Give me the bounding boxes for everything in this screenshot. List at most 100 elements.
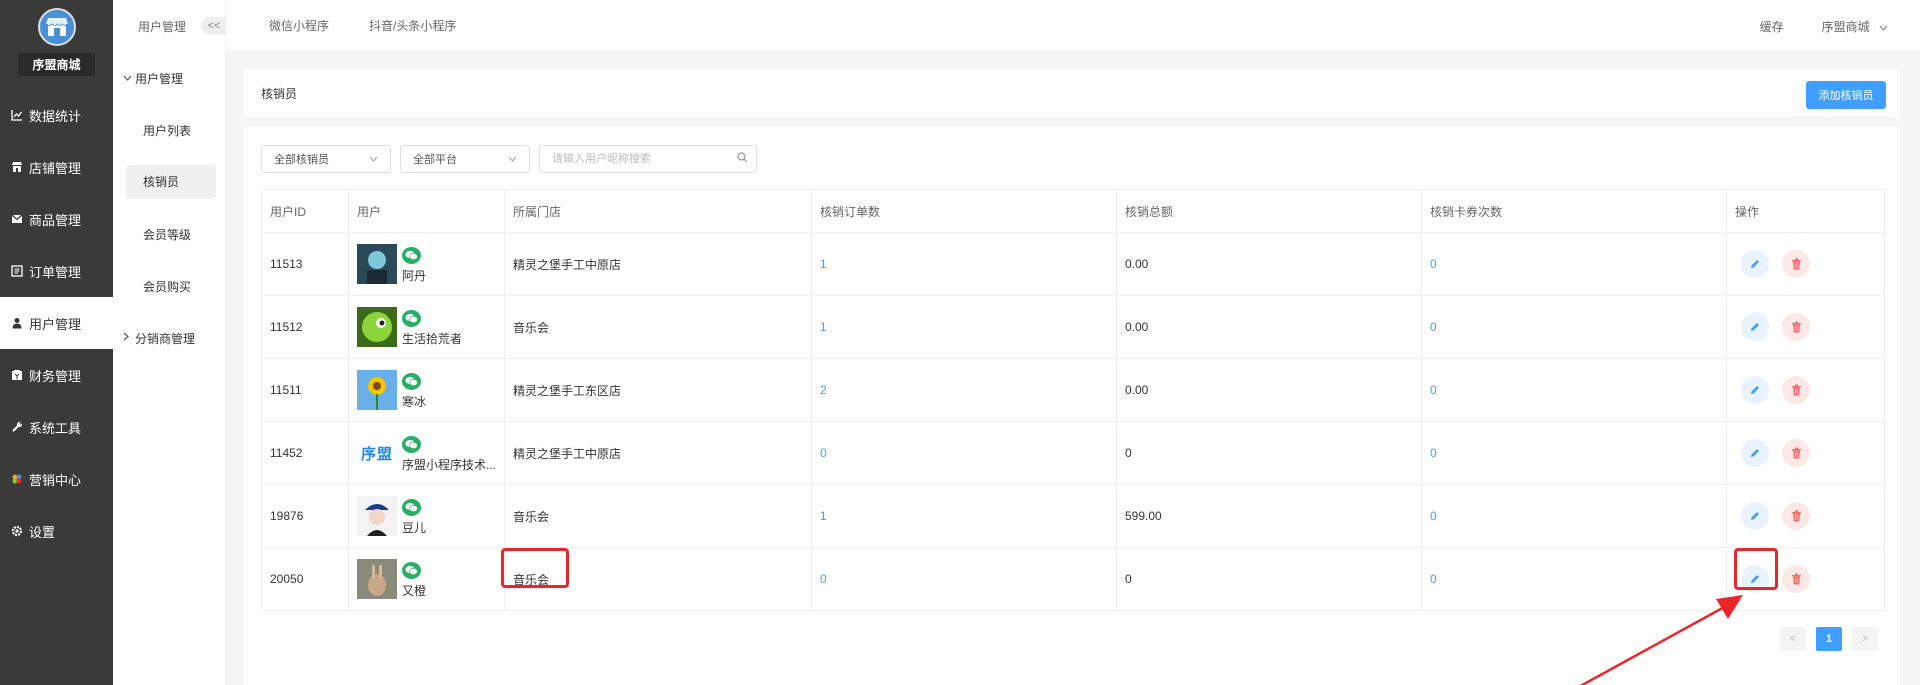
sidebar-item-1[interactable]: 店铺管理	[0, 141, 113, 193]
edit-icon[interactable]	[1741, 250, 1769, 278]
collapse-button[interactable]: <<	[201, 17, 227, 35]
chevron-down-icon	[508, 154, 517, 165]
sidebar-item-7[interactable]: 营销中心	[0, 453, 113, 505]
delete-icon[interactable]	[1782, 439, 1810, 467]
list-icon	[10, 264, 24, 278]
sidebar-item-2[interactable]: 商品管理	[0, 193, 113, 245]
sidebar-item-label: 营销中心	[29, 472, 82, 488]
search-icon[interactable]	[737, 152, 748, 166]
cell-total: 0.00	[1116, 295, 1422, 359]
delete-icon[interactable]	[1782, 502, 1810, 530]
cell-user-id: 11512	[261, 295, 349, 359]
delete-icon[interactable]	[1782, 250, 1810, 278]
table-header-row: 用户ID 用户 所属门店 核销订单数 核销总额 核销卡券次数 操作	[261, 189, 1885, 233]
search-input[interactable]	[552, 153, 737, 165]
brand: 序盟商城	[0, 0, 113, 89]
chart-line-icon	[10, 108, 24, 122]
table-row: 11513 阿丹 精灵之堡手工中原店 1 0.00 0	[261, 232, 1885, 296]
search-box	[539, 145, 757, 173]
cell-actions	[1726, 358, 1885, 422]
cache-button[interactable]: 缓存	[1760, 18, 1784, 35]
cell-order-count[interactable]: 0	[811, 421, 1117, 485]
cell-order-count[interactable]: 0	[811, 547, 1117, 611]
submenu-group-distributor[interactable]: 分销商管理	[113, 312, 225, 364]
delete-icon[interactable]	[1782, 565, 1810, 593]
avatar	[357, 370, 397, 410]
cell-total: 599.00	[1116, 484, 1422, 548]
cell-order-count[interactable]: 2	[811, 358, 1117, 422]
submenu-item-user-list[interactable]: 用户列表	[113, 104, 225, 156]
verifier-select[interactable]: 全部核销员	[261, 145, 391, 173]
sidebar-item-label: 设置	[29, 524, 56, 540]
user-name: 序盟小程序技术...	[402, 458, 497, 472]
user-name: 又橙	[402, 584, 427, 598]
prev-page-button[interactable]: <	[1780, 627, 1806, 651]
edit-icon[interactable]	[1741, 502, 1769, 530]
edit-icon[interactable]	[1741, 439, 1769, 467]
main-card: 全部核销员 全部平台 用户ID 用户 所属门店 核销订单数 核销总额 核销卡券次…	[243, 127, 1900, 685]
cell-total: 0	[1116, 421, 1422, 485]
next-page-button[interactable]: >	[1852, 627, 1878, 651]
submenu-group-label: 用户管理	[135, 71, 184, 86]
cell-coupon-count[interactable]: 0	[1421, 358, 1727, 422]
add-verifier-button[interactable]: 添加核销员	[1806, 81, 1886, 109]
table-row: 19876 豆儿 音乐会 1 599.00 0	[261, 484, 1885, 548]
sidebar-item-label: 用户管理	[29, 316, 82, 332]
submenu: 用户管理 << 用户管理 用户列表 核销员 会员等级 会员购买 分销商管理	[113, 0, 227, 685]
cell-coupon-count[interactable]: 0	[1421, 295, 1727, 359]
wechat-icon	[402, 310, 421, 327]
cell-order-count[interactable]: 1	[811, 484, 1117, 548]
shop-name: 序盟商城	[1821, 19, 1870, 34]
submenu-group-user-management[interactable]: 用户管理	[113, 52, 225, 104]
sidebar-item-5[interactable]: 财务管理	[0, 349, 113, 401]
avatar	[357, 496, 397, 536]
cell-coupon-count[interactable]: 0	[1421, 421, 1727, 485]
submenu-item-member-purchase[interactable]: 会员购买	[113, 260, 225, 312]
submenu-item-label: 会员购买	[143, 279, 192, 294]
sidebar-item-4[interactable]: 用户管理	[0, 297, 113, 349]
cell-user: 阿丹	[348, 232, 505, 296]
page-button-current[interactable]: 1	[1816, 627, 1842, 651]
cell-store: 音乐会	[504, 295, 812, 359]
highlight-box-store	[501, 548, 569, 588]
user-name: 豆儿	[402, 521, 427, 535]
tab-wechat-miniprogram[interactable]: 微信小程序	[269, 17, 329, 34]
tab-douyin-miniprogram[interactable]: 抖音/头条小程序	[369, 17, 456, 34]
cell-order-count[interactable]: 1	[811, 295, 1117, 359]
submenu-item-member-level[interactable]: 会员等级	[113, 208, 225, 260]
sidebar-item-3[interactable]: 订单管理	[0, 245, 113, 297]
table-row: 11511 寒冰 精灵之堡手工东区店 2 0.00 0	[261, 358, 1885, 422]
sidebar-item-8[interactable]: 设置	[0, 505, 113, 557]
submenu-item-verifier[interactable]: 核销员	[113, 156, 225, 208]
page-header: 核销员 添加核销员	[243, 69, 1900, 117]
sidebar-item-label: 商品管理	[29, 212, 82, 228]
cell-coupon-count[interactable]: 0	[1421, 484, 1727, 548]
cell-user-id: 11511	[261, 358, 349, 422]
cell-total: 0.00	[1116, 232, 1422, 296]
cell-user: 序盟 序盟小程序技术...	[348, 421, 505, 485]
select-value: 全部核销员	[274, 154, 329, 166]
cell-store: 精灵之堡手工中原店	[504, 232, 812, 296]
annotation-arrow-icon	[1579, 595, 1743, 685]
sidebar-item-0[interactable]: 数据统计	[0, 89, 113, 141]
shop-dropdown[interactable]: 序盟商城	[1822, 18, 1888, 35]
cell-coupon-count[interactable]: 0	[1421, 232, 1727, 296]
avatar	[357, 559, 397, 599]
platform-select[interactable]: 全部平台	[400, 145, 530, 173]
sidebar-item-6[interactable]: 系统工具	[0, 401, 113, 453]
store-icon	[10, 160, 24, 174]
edit-icon[interactable]	[1741, 376, 1769, 404]
cell-store: 精灵之堡手工东区店	[504, 358, 812, 422]
chevron-down-icon	[1879, 20, 1888, 34]
column-header: 核销总额	[1116, 189, 1422, 233]
edit-icon[interactable]	[1741, 313, 1769, 341]
cell-user-id: 19876	[261, 484, 349, 548]
gear-icon	[10, 524, 24, 538]
delete-icon[interactable]	[1782, 376, 1810, 404]
submenu-item-label: 用户列表	[143, 123, 192, 138]
pagination: < 1 >	[1780, 627, 1878, 651]
column-header: 操作	[1726, 189, 1885, 233]
brand-name: 序盟商城	[18, 53, 95, 76]
cell-order-count[interactable]: 1	[811, 232, 1117, 296]
delete-icon[interactable]	[1782, 313, 1810, 341]
